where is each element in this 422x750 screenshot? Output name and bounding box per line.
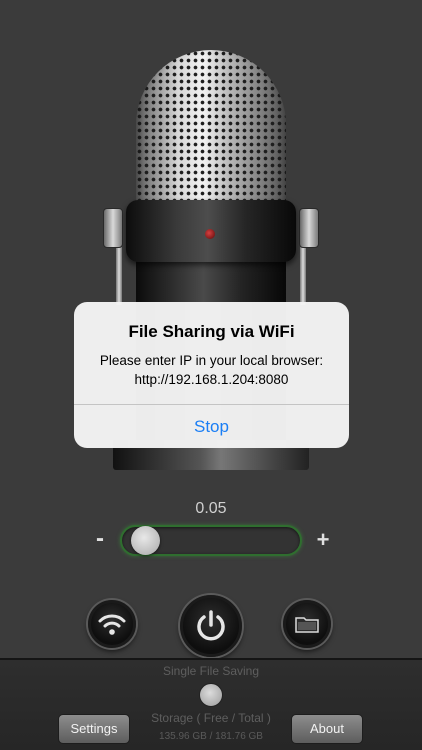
mic-rod-right xyxy=(300,245,306,305)
mic-led-indicator xyxy=(205,229,215,239)
app-screen: File Sharing via WiFi Please enter IP in… xyxy=(0,0,422,750)
sensitivity-value: 0.05 xyxy=(195,500,227,517)
power-button[interactable] xyxy=(180,595,242,657)
mic-bracket-left xyxy=(103,208,123,248)
alert-message-line-2: http://192.168.1.204:8080 xyxy=(134,372,289,387)
wifi-sharing-button[interactable] xyxy=(88,600,136,648)
alert-title: File Sharing via WiFi xyxy=(128,322,295,341)
files-button[interactable] xyxy=(283,600,331,648)
file-sharing-alert: File Sharing via WiFi Please enter IP in… xyxy=(74,302,349,448)
single-file-saving-label: Single File Saving xyxy=(162,664,260,678)
stop-button[interactable]: Stop xyxy=(74,405,349,448)
decrease-button[interactable]: - xyxy=(88,526,112,554)
alert-message-line-1: Please enter IP in your local browser: xyxy=(99,353,324,368)
wifi-icon xyxy=(98,614,126,635)
mic-rod-left xyxy=(116,245,122,305)
settings-button[interactable]: Settings xyxy=(58,714,130,744)
mic-bracket-right xyxy=(299,208,319,248)
single-file-saving-toggle[interactable] xyxy=(199,683,223,707)
increase-button[interactable]: + xyxy=(311,526,335,554)
about-button[interactable]: About xyxy=(291,714,363,744)
mic-grille xyxy=(136,50,286,225)
folder-icon xyxy=(295,617,319,633)
power-icon xyxy=(197,610,225,641)
alert-message: Please enter IP in your local browser: h… xyxy=(84,351,339,389)
